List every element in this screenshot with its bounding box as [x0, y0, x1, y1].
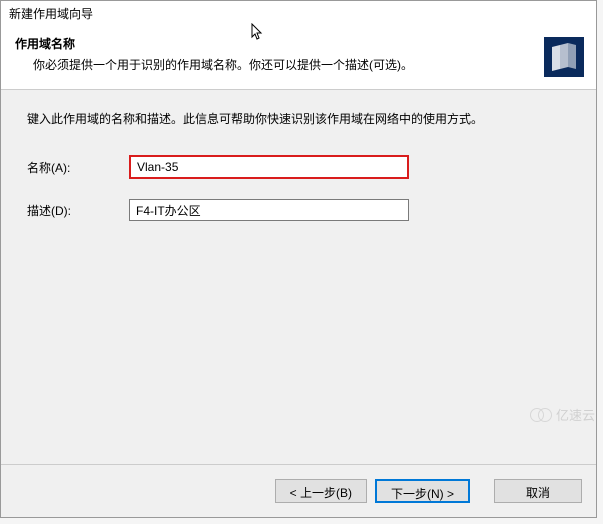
- wizard-header: 作用域名称 你必须提供一个用于识别的作用域名称。你还可以提供一个描述(可选)。: [1, 23, 596, 90]
- window-title: 新建作用域向导: [1, 1, 596, 23]
- instruction-text: 键入此作用域的名称和描述。此信息可帮助你快速识别该作用域在网络中的使用方式。: [27, 110, 570, 127]
- watermark-logo-icon: [530, 408, 554, 422]
- watermark-text: 亿速云: [556, 405, 595, 424]
- name-label: 名称(A):: [27, 159, 129, 176]
- next-button[interactable]: 下一步(N) >: [375, 479, 470, 503]
- description-row: 描述(D):: [27, 199, 570, 221]
- header-subtitle: 你必须提供一个用于识别的作用域名称。你还可以提供一个描述(可选)。: [33, 56, 582, 73]
- cancel-button[interactable]: 取消: [494, 479, 582, 503]
- header-title: 作用域名称: [15, 35, 582, 52]
- name-input[interactable]: [129, 155, 409, 179]
- description-input[interactable]: [129, 199, 409, 221]
- name-row: 名称(A):: [27, 155, 570, 179]
- wizard-dialog: 新建作用域向导 作用域名称 你必须提供一个用于识别的作用域名称。你还可以提供一个…: [0, 0, 597, 518]
- back-button[interactable]: < 上一步(B): [275, 479, 367, 503]
- wizard-content: 键入此作用域的名称和描述。此信息可帮助你快速识别该作用域在网络中的使用方式。 名…: [1, 90, 596, 464]
- scope-icon: [544, 37, 584, 77]
- description-label: 描述(D):: [27, 202, 129, 219]
- button-bar: < 上一步(B) 下一步(N) > 取消: [1, 464, 596, 517]
- watermark: 亿速云: [530, 405, 595, 424]
